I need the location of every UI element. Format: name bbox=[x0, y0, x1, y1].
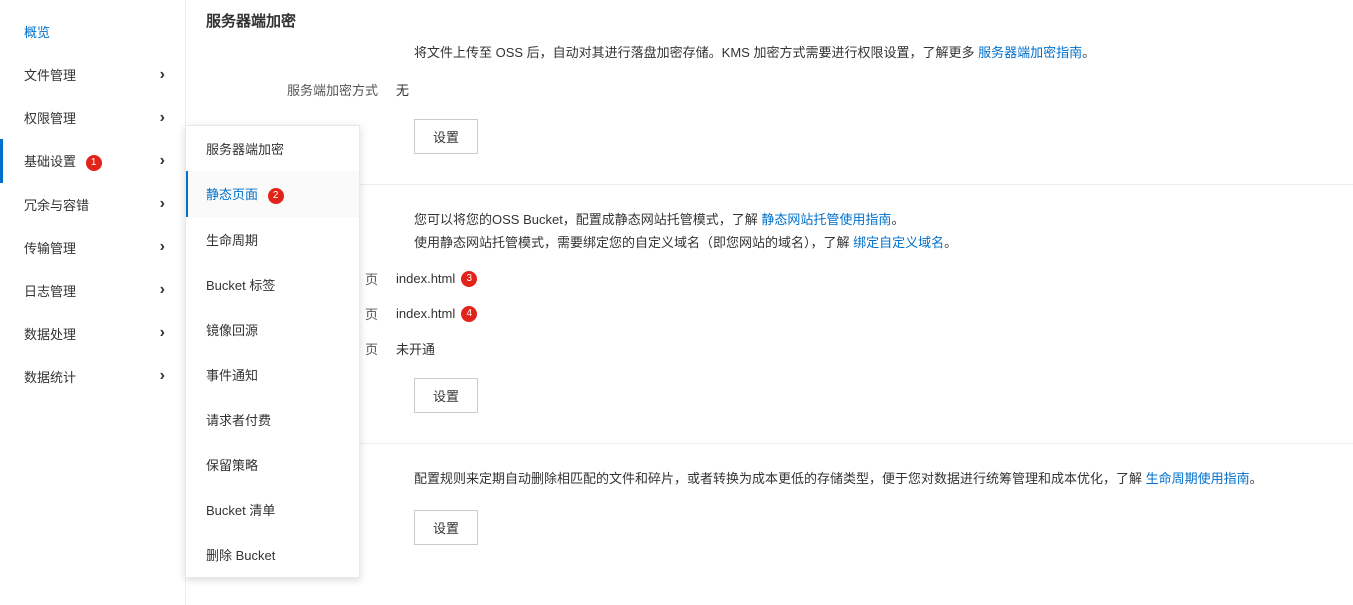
submenu-label: 请求者付费 bbox=[206, 413, 271, 428]
section-desc: 配置规则来定期自动删除相匹配的文件和碎片，或者转换为成本更低的存储类型，便于您对… bbox=[206, 469, 1353, 498]
sidebar-label: 权限管理 bbox=[24, 108, 76, 127]
submenu-label: Bucket 清单 bbox=[206, 503, 275, 518]
sidebar-label: 概览 bbox=[24, 22, 50, 41]
step-badge: 4 bbox=[461, 306, 477, 322]
row-encryption-method: 服务端加密方式 无 bbox=[206, 72, 1353, 107]
link-lifecycle-guide[interactable]: 生命周期使用指南 bbox=[1146, 471, 1250, 486]
chevron-right-icon: › bbox=[160, 152, 165, 170]
sidebar-label: 数据处理 bbox=[24, 324, 76, 343]
submenu-label: 生命周期 bbox=[206, 233, 258, 248]
row-subdir: 页 未开通 bbox=[206, 331, 1353, 366]
sidebar-item-redundancy[interactable]: 冗余与容错 › bbox=[0, 183, 185, 226]
sidebar-item-logs[interactable]: 日志管理 › bbox=[0, 269, 185, 312]
section-title: 服务器端加密 bbox=[206, 5, 1353, 43]
chevron-right-icon: › bbox=[160, 324, 165, 342]
submenu-item-delete-bucket[interactable]: 删除 Bucket bbox=[186, 532, 359, 577]
sidebar: 概览 › 文件管理 › 权限管理 › 基础设置 1 › 冗余与容错 › 传输管理… bbox=[0, 0, 185, 605]
submenu-label: 保留策略 bbox=[206, 458, 258, 473]
sidebar-item-files[interactable]: 文件管理 › bbox=[0, 53, 185, 96]
submenu-item-requester-pays[interactable]: 请求者付费 bbox=[186, 397, 359, 442]
sidebar-label: 冗余与容错 bbox=[24, 195, 89, 214]
sidebar-label: 传输管理 bbox=[24, 238, 76, 257]
sidebar-label: 基础设置 bbox=[24, 154, 76, 169]
submenu-item-四ention[interactable]: 保留策略 bbox=[186, 442, 359, 487]
submenu-item-bucket-tags[interactable]: Bucket 标签 bbox=[186, 262, 359, 307]
sidebar-label: 文件管理 bbox=[24, 65, 76, 84]
step-badge: 3 bbox=[461, 271, 477, 287]
sidebar-item-data-stats[interactable]: 数据统计 › bbox=[0, 355, 185, 398]
chevron-right-icon: › bbox=[160, 66, 165, 84]
section-encryption: 服务器端加密 将文件上传至 OSS 后，自动对其进行落盘加密存储。KMS 加密方… bbox=[206, 5, 1353, 154]
section-desc: 使用静态网站托管模式，需要绑定您的自定义域名（即您网站的域名），了解 绑定自定义… bbox=[206, 233, 1353, 262]
section-desc: 将文件上传至 OSS 后，自动对其进行落盘加密存储。KMS 加密方式需要进行权限… bbox=[206, 43, 1353, 72]
main-content: 服务器端加密 将文件上传至 OSS 后，自动对其进行落盘加密存储。KMS 加密方… bbox=[185, 0, 1353, 605]
section-desc: 您可以将您的OSS Bucket，配置成静态网站托管模式，了解 静态网站托管使用… bbox=[206, 210, 1353, 233]
divider bbox=[206, 184, 1353, 185]
chevron-right-icon: › bbox=[160, 109, 165, 127]
submenu-label: Bucket 标签 bbox=[206, 278, 275, 293]
submenu: 服务器端加密 静态页面 2 生命周期 Bucket 标签 镜像回源 事件通知 请… bbox=[185, 125, 360, 578]
submenu-label: 事件通知 bbox=[206, 368, 258, 383]
section-static: 您可以将您的OSS Bucket，配置成静态网站托管模式，了解 静态网站托管使用… bbox=[206, 210, 1353, 414]
link-encryption-guide[interactable]: 服务器端加密指南 bbox=[978, 45, 1082, 60]
settings-button[interactable]: 设置 bbox=[414, 119, 478, 154]
kv-value: 无 bbox=[396, 80, 409, 99]
sidebar-item-transfer[interactable]: 传输管理 › bbox=[0, 226, 185, 269]
submenu-item-events[interactable]: 事件通知 bbox=[186, 352, 359, 397]
sidebar-item-permissions[interactable]: 权限管理 › bbox=[0, 96, 185, 139]
submenu-label: 删除 Bucket bbox=[206, 548, 275, 563]
sidebar-label: 数据统计 bbox=[24, 367, 76, 386]
sidebar-item-overview[interactable]: 概览 › bbox=[0, 10, 185, 53]
sidebar-item-basic-settings[interactable]: 基础设置 1 › bbox=[0, 139, 185, 183]
row-default-404: 页 index.html 4 bbox=[206, 296, 1353, 331]
link-custom-domain[interactable]: 绑定自定义域名 bbox=[853, 235, 944, 250]
link-static-guide[interactable]: 静态网站托管使用指南 bbox=[761, 212, 891, 227]
submenu-label: 静态页面 bbox=[206, 187, 258, 202]
settings-button[interactable]: 设置 bbox=[414, 378, 478, 413]
submenu-item-lifecycle[interactable]: 生命周期 bbox=[186, 217, 359, 262]
step-badge: 1 bbox=[86, 155, 102, 171]
chevron-right-icon: › bbox=[160, 238, 165, 256]
settings-button[interactable]: 设置 bbox=[414, 510, 478, 545]
chevron-right-icon: › bbox=[160, 195, 165, 213]
section-lifecycle: 配置规则来定期自动删除相匹配的文件和碎片，或者转换为成本更低的存储类型，便于您对… bbox=[206, 469, 1353, 545]
submenu-item-static[interactable]: 静态页面 2 bbox=[186, 171, 359, 217]
kv-value: index.html 3 bbox=[396, 271, 477, 287]
submenu-item-encryption[interactable]: 服务器端加密 bbox=[186, 126, 359, 171]
kv-value: index.html 4 bbox=[396, 306, 477, 322]
chevron-right-icon: › bbox=[160, 367, 165, 385]
row-default-homepage: 页 index.html 3 bbox=[206, 261, 1353, 296]
divider bbox=[206, 443, 1353, 444]
kv-label: 服务端加密方式 bbox=[206, 80, 396, 99]
submenu-item-inventory[interactable]: Bucket 清单 bbox=[186, 487, 359, 532]
sidebar-label: 日志管理 bbox=[24, 281, 76, 300]
submenu-item-mirror[interactable]: 镜像回源 bbox=[186, 307, 359, 352]
step-badge: 2 bbox=[268, 188, 284, 204]
submenu-label: 镜像回源 bbox=[206, 323, 258, 338]
sidebar-item-data-processing[interactable]: 数据处理 › bbox=[0, 312, 185, 355]
kv-value: 未开通 bbox=[396, 339, 435, 358]
chevron-right-icon: › bbox=[160, 281, 165, 299]
submenu-label: 服务器端加密 bbox=[206, 142, 284, 157]
